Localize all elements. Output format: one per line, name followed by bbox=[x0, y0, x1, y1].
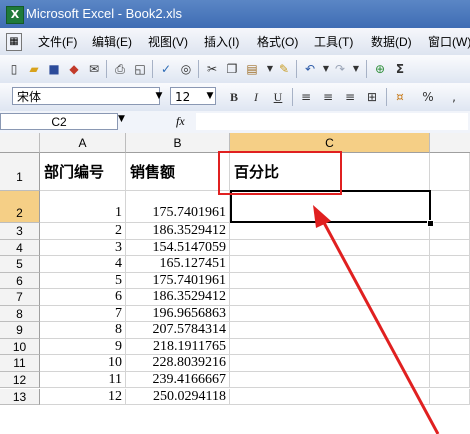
toolbar-separator bbox=[366, 60, 367, 78]
toolbar-separator bbox=[198, 60, 199, 78]
toolbar-separator bbox=[296, 60, 297, 78]
menu-data[interactable]: 数据(D) bbox=[371, 33, 412, 50]
redo-icon[interactable]: ↷ bbox=[332, 61, 348, 77]
annotation-arrow-head bbox=[313, 205, 331, 228]
excel-icon[interactable]: X bbox=[6, 6, 24, 24]
underline-button[interactable]: U bbox=[270, 89, 286, 105]
toolbar-separator bbox=[106, 60, 107, 78]
undo-icon[interactable]: ↶ bbox=[302, 61, 318, 77]
menu-file[interactable]: 文件(F) bbox=[38, 33, 77, 50]
research-icon[interactable]: ◎ bbox=[178, 61, 194, 77]
standard-toolbar: ▯ ▰ ■ ◆ ✉ ⎙ ◱ ✓ ◎ ✂ ❐ ▤ ▼ ✎ ↶ ▼ ↷ ▼ ⊕ Σ bbox=[0, 55, 470, 84]
chevron-down-icon[interactable]: ▼ bbox=[152, 87, 166, 105]
name-box[interactable]: C2 bbox=[0, 113, 118, 130]
autosum-icon[interactable]: Σ bbox=[392, 61, 408, 77]
hyperlink-icon[interactable]: ⊕ bbox=[372, 61, 388, 77]
save-icon[interactable]: ■ bbox=[46, 61, 62, 77]
document-icon[interactable]: ▦ bbox=[6, 33, 22, 51]
align-center-icon[interactable]: ≡ bbox=[320, 89, 336, 105]
menu-window[interactable]: 窗口(W) bbox=[428, 33, 470, 50]
print-preview-icon[interactable]: ◱ bbox=[132, 61, 148, 77]
chevron-down-icon[interactable]: ▼ bbox=[203, 87, 217, 105]
merge-center-icon[interactable]: ⊞ bbox=[364, 89, 380, 105]
menu-bar: ▦ 文件(F) 编辑(E) 视图(V) 插入(I) 格式(O) 工具(T) 数据… bbox=[0, 28, 470, 56]
menu-edit[interactable]: 编辑(E) bbox=[92, 33, 132, 50]
paste-icon[interactable]: ▤ bbox=[244, 61, 260, 77]
print-icon[interactable]: ⎙ bbox=[112, 61, 128, 77]
align-left-icon[interactable]: ≡ bbox=[298, 89, 314, 105]
open-folder-icon[interactable]: ▰ bbox=[26, 61, 42, 77]
menu-tools[interactable]: 工具(T) bbox=[314, 33, 353, 50]
chevron-down-icon[interactable]: ▼ bbox=[118, 114, 130, 124]
percent-style-button[interactable]: % bbox=[420, 89, 436, 105]
copy-icon[interactable]: ❐ bbox=[224, 61, 240, 77]
chevron-down-icon[interactable]: ▼ bbox=[348, 61, 364, 77]
formatting-toolbar: 宋体 ▼ 12 ▼ B I U ≡ ≡ ≡ ⊞ ¤ % , bbox=[0, 83, 470, 112]
annotation-arrow-line bbox=[320, 218, 440, 434]
menu-insert[interactable]: 插入(I) bbox=[204, 33, 239, 50]
spelling-icon[interactable]: ✓ bbox=[158, 61, 174, 77]
title-bar: X Microsoft Excel - Book2.xls bbox=[0, 0, 470, 29]
italic-button[interactable]: I bbox=[248, 89, 264, 105]
formula-bar: C2 ▼ fx bbox=[0, 111, 470, 134]
toolbar-separator bbox=[152, 60, 153, 78]
insert-function-icon[interactable]: fx bbox=[176, 114, 185, 129]
worksheet-grid: A B C 1 部门编号 销售额 百分比 2 1 175.7401961 3 2 186.3529… bbox=[0, 133, 470, 434]
currency-icon[interactable]: ¤ bbox=[392, 89, 408, 105]
font-name-select[interactable]: 宋体 bbox=[12, 87, 160, 105]
format-painter-icon[interactable]: ✎ bbox=[276, 61, 292, 77]
comma-style-icon[interactable]: , bbox=[446, 89, 462, 105]
toolbar-separator bbox=[386, 88, 387, 106]
formula-input[interactable] bbox=[196, 113, 468, 130]
window-title: Microsoft Excel - Book2.xls bbox=[26, 6, 183, 21]
bold-button[interactable]: B bbox=[226, 89, 242, 105]
toolbar-separator bbox=[292, 88, 293, 106]
new-document-icon[interactable]: ▯ bbox=[6, 61, 22, 77]
cut-icon[interactable]: ✂ bbox=[204, 61, 220, 77]
email-icon[interactable]: ✉ bbox=[86, 61, 102, 77]
menu-view[interactable]: 视图(V) bbox=[148, 33, 188, 50]
menu-format[interactable]: 格式(O) bbox=[257, 33, 298, 50]
align-right-icon[interactable]: ≡ bbox=[342, 89, 358, 105]
permission-icon[interactable]: ◆ bbox=[66, 61, 82, 77]
annotation-arrow bbox=[313, 205, 440, 434]
